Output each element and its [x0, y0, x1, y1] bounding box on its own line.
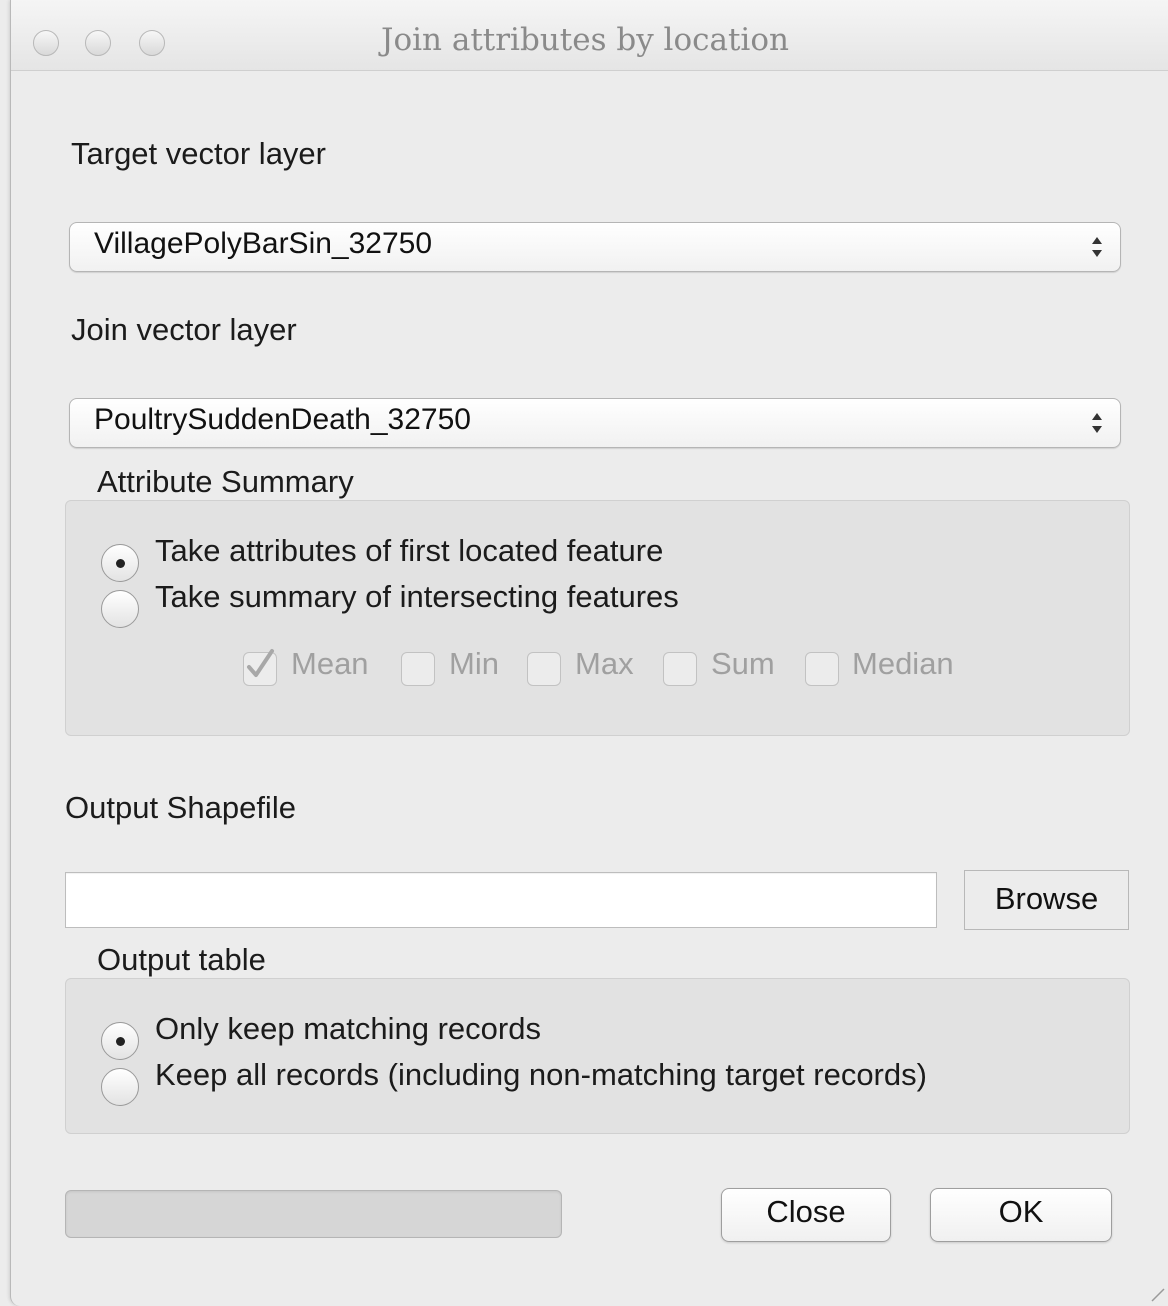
keep-all-label: Keep all records (including non-matching…	[155, 1057, 927, 1092]
target-layer-combobox[interactable]: VillagePolyBarSin_32750	[69, 222, 1121, 272]
mean-checkbox[interactable]	[243, 649, 277, 686]
join-layer-combobox[interactable]: PoultrySuddenDeath_32750	[69, 398, 1121, 448]
updown-arrows-icon	[1092, 413, 1102, 433]
output-table-title: Output table	[95, 942, 274, 978]
progress-bar	[65, 1190, 562, 1238]
resize-grip-icon[interactable]	[1149, 1286, 1165, 1302]
max-checkbox[interactable]	[527, 652, 561, 686]
median-checkbox[interactable]	[805, 652, 839, 686]
target-layer-value: VillagePolyBarSin_32750	[94, 227, 433, 260]
dialog-window: Join attributes by location Target vecto…	[10, 0, 1168, 1306]
output-shapefile-input[interactable]	[65, 872, 937, 928]
join-layer-value: PoultrySuddenDeath_32750	[94, 403, 471, 436]
join-layer-label: Join vector layer	[71, 312, 297, 347]
median-label: Median	[852, 646, 954, 681]
min-checkbox[interactable]	[401, 652, 435, 686]
browse-button[interactable]: Browse	[964, 870, 1129, 930]
radio-selected-dot	[116, 1037, 125, 1046]
min-label: Min	[449, 646, 499, 681]
sum-checkbox[interactable]	[663, 652, 697, 686]
close-button[interactable]: Close	[721, 1188, 891, 1242]
radio-first-located-feature[interactable]	[101, 544, 139, 582]
max-label: Max	[575, 646, 634, 681]
output-shapefile-label: Output Shapefile	[65, 790, 296, 825]
sum-label: Sum	[711, 646, 775, 681]
ok-button[interactable]: OK	[930, 1188, 1112, 1242]
radio-keep-all[interactable]	[101, 1068, 139, 1106]
first-located-feature-label: Take attributes of first located feature	[155, 533, 664, 568]
radio-only-matching[interactable]	[101, 1022, 139, 1060]
target-layer-label: Target vector layer	[71, 136, 326, 171]
mean-label: Mean	[291, 646, 369, 681]
output-table-group	[65, 978, 1130, 1134]
summary-intersecting-label: Take summary of intersecting features	[155, 579, 679, 614]
only-matching-label: Only keep matching records	[155, 1011, 541, 1046]
attribute-summary-title: Attribute Summary	[95, 464, 362, 500]
radio-selected-dot	[116, 559, 125, 568]
updown-arrows-icon	[1092, 237, 1102, 257]
checkmark-icon	[247, 649, 274, 677]
window-title: Join attributes by location	[381, 22, 789, 58]
radio-summary-intersecting[interactable]	[101, 590, 139, 628]
